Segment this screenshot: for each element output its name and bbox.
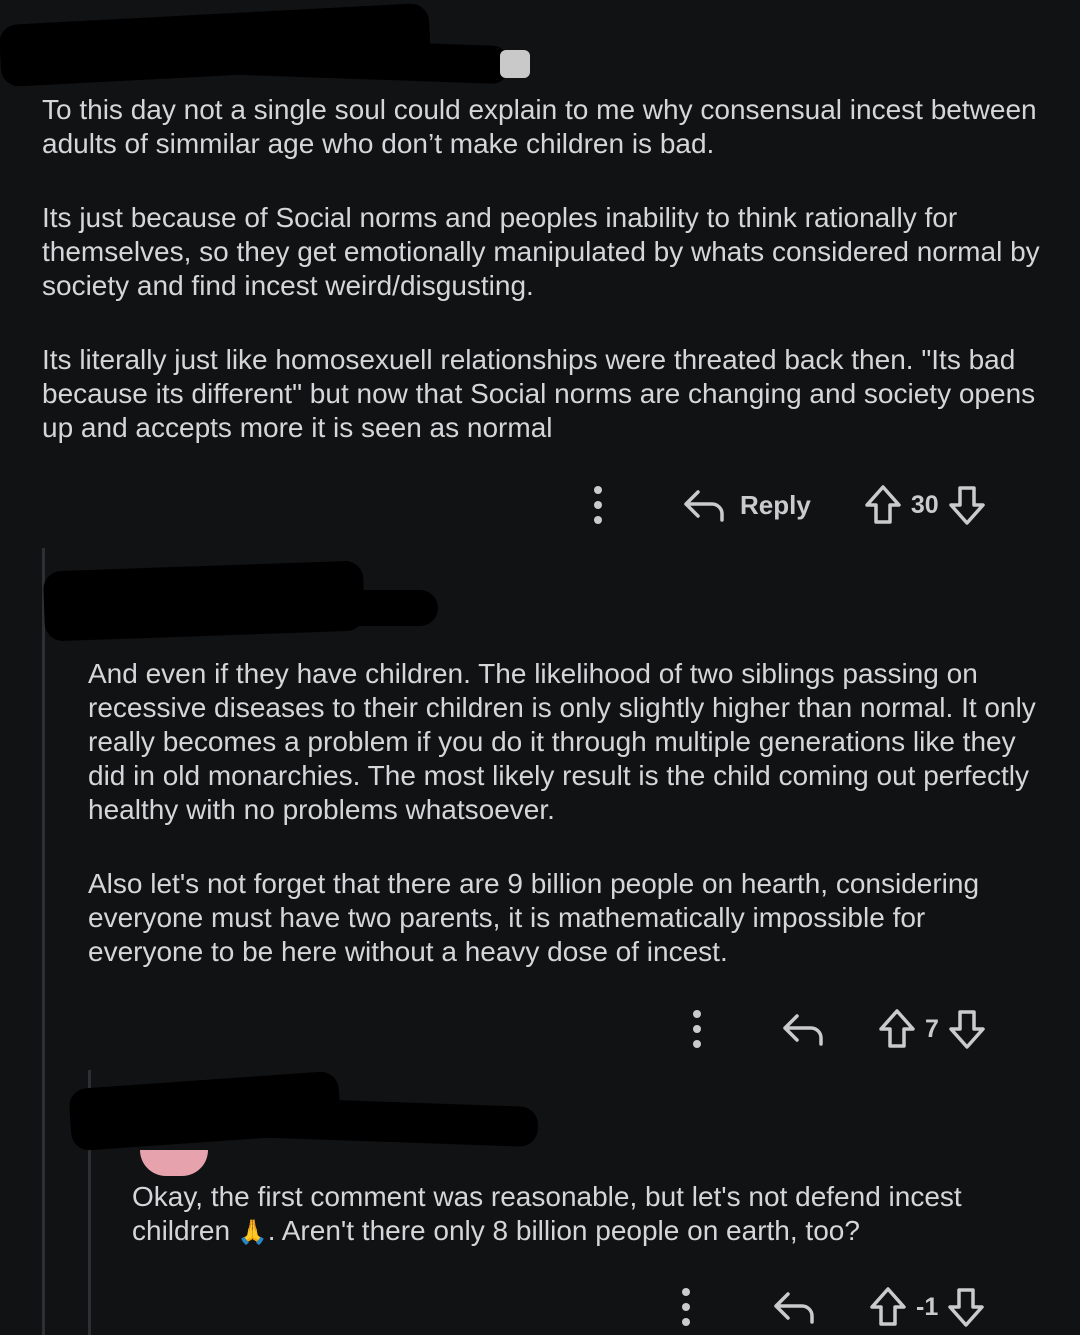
upvote-button[interactable] [877,1008,917,1050]
comment-body: Okay, the first comment was reasonable, … [132,1180,1032,1290]
downvote-button[interactable] [947,1008,987,1050]
comment-body: And even if they have children. The like… [88,657,1038,1009]
redacted-username [140,590,438,626]
comment-actions: Reply 30 [588,484,987,526]
upvote-button[interactable] [863,484,903,526]
more-options-button[interactable] [588,484,608,526]
redacted-username [149,33,511,85]
downvote-arrow-icon [949,1010,985,1049]
reply-button[interactable] [781,1010,825,1048]
comment-paragraph: To this day not a single soul could expl… [42,94,1037,159]
upvote-arrow-icon [865,485,901,524]
downvote-button[interactable] [947,484,987,526]
more-options-icon [594,486,602,524]
reply-label: Reply [740,489,811,520]
vote-score: -1 [916,1292,939,1321]
upvote-button[interactable] [868,1286,908,1328]
comment-body: To this day not a single soul could expl… [42,93,1052,485]
downvote-arrow-icon [948,486,985,525]
reply-arrow-icon [783,1014,823,1046]
flair-icon [500,50,530,78]
more-options-button[interactable] [687,1008,707,1050]
more-options-icon [682,1288,690,1326]
thread-line[interactable] [42,548,45,1335]
reply-arrow-icon [774,1292,814,1324]
comment-actions: 7 [687,1008,987,1050]
comment-paragraph: Its just because of Social norms and peo… [42,202,1040,301]
more-options-button[interactable] [676,1286,696,1328]
avatar[interactable] [140,1150,208,1176]
comment-paragraph: And even if they have children. The like… [88,658,1036,825]
upvote-arrow-icon [870,1287,906,1326]
comment-paragraph: Okay, the first comment was reasonable, … [132,1180,1032,1250]
reply-button[interactable] [772,1288,816,1326]
vote-score: 7 [925,1014,939,1043]
more-options-icon [693,1010,701,1048]
comment-paragraph: Its literally just like homosexuell rela… [42,344,1036,443]
vote-score: 30 [910,490,939,519]
comment-text: . Aren't there only 8 billion people on … [267,1215,860,1246]
pray-emoji: 🙏 [237,1219,268,1246]
comment-actions: -1 [676,1286,986,1328]
comment-paragraph: Also let's not forget that there are 9 b… [88,868,980,967]
reply-arrow-icon [684,490,724,522]
upvote-arrow-icon [879,1009,915,1048]
downvote-button[interactable] [946,1286,986,1328]
downvote-arrow-icon [948,1288,984,1327]
reply-button[interactable]: Reply [682,486,811,524]
